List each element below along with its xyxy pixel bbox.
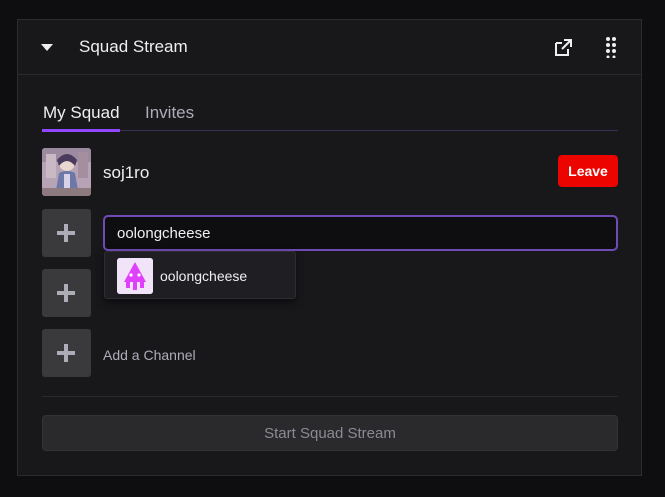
avatar	[117, 258, 153, 294]
tab-invites[interactable]: Invites	[145, 103, 194, 123]
squad-member-row: soj1ro Leave	[42, 148, 618, 196]
channel-suggestion-dropdown: oolongcheese	[104, 251, 296, 299]
add-slot-button[interactable]	[42, 209, 91, 257]
member-name: soj1ro	[103, 163, 150, 182]
active-tab-indicator	[42, 129, 120, 132]
plus-icon-bar	[57, 351, 75, 355]
drag-handle-icon[interactable]	[605, 36, 617, 58]
tab-my-squad[interactable]: My Squad	[43, 103, 120, 123]
channel-search-input[interactable]	[103, 215, 618, 251]
popout-icon[interactable]	[553, 38, 573, 58]
add-slot-button[interactable]	[42, 329, 91, 377]
squad-stream-panel: Squad Stream My Squad Invites soj1ro Lea…	[17, 19, 642, 476]
suggestion-item[interactable]: oolongcheese	[105, 252, 295, 298]
plus-icon-bar	[57, 291, 75, 295]
add-channel-label[interactable]: Add a Channel	[103, 347, 196, 363]
start-squad-stream-button[interactable]: Start Squad Stream	[42, 415, 618, 451]
panel-header: Squad Stream	[18, 20, 641, 75]
suggestion-name: oolongcheese	[160, 268, 248, 284]
squad-tabs: My Squad Invites	[42, 100, 618, 132]
leave-button[interactable]: Leave	[558, 155, 618, 187]
panel-title: Squad Stream	[79, 37, 188, 56]
add-slot-button[interactable]	[42, 269, 91, 317]
divider	[42, 396, 618, 397]
caret-down-icon[interactable]	[41, 44, 53, 51]
avatar	[42, 148, 91, 196]
plus-icon-bar	[57, 231, 75, 235]
